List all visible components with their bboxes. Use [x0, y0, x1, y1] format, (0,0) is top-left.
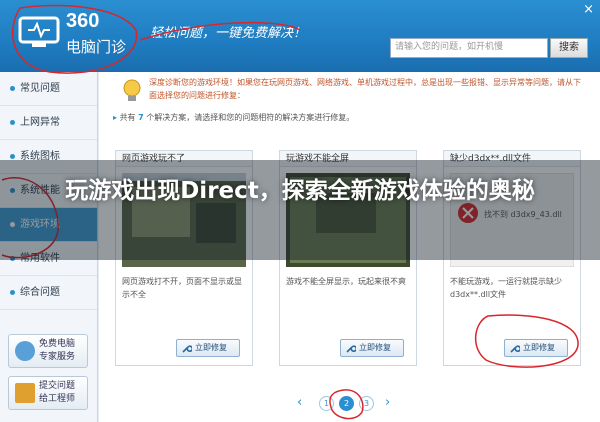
button-line: 给工程师 — [39, 394, 76, 404]
page-3[interactable]: 3 — [359, 396, 374, 411]
fix-now-button[interactable]: 立即修复 — [504, 339, 568, 357]
pagination: ‹ 1 2 3 › — [297, 394, 407, 414]
logo-number: 360 — [66, 10, 100, 32]
sidebar-item-label: 常见问题 — [20, 83, 60, 94]
button-line: 提交问题 — [39, 381, 76, 391]
card-description: 游戏不能全屏显示，玩起来很不爽 — [286, 277, 406, 286]
button-line: 免费电脑 — [39, 339, 76, 349]
search-button[interactable]: 搜索 — [550, 38, 588, 58]
sidebar-item-common[interactable]: 常见问题 — [0, 72, 97, 106]
document-icon — [15, 383, 35, 403]
card-description: 网页游戏打不开，页面不显示或显示不全 — [122, 277, 242, 299]
bullet-icon — [10, 86, 15, 91]
logo-text: 电脑门诊 — [66, 38, 127, 56]
title-bar: 360 电脑门诊 轻松问题，一键免费解决！ × 请输入您的问题，如开机慢 搜索 — [0, 0, 600, 72]
headline: 玩游戏出现Direct，探索全新游戏体验的奥秘 — [65, 178, 535, 204]
expert-service-button[interactable]: 免费电脑 专家服务 — [8, 334, 88, 368]
bullet-icon — [10, 154, 15, 159]
expert-avatar-icon — [15, 341, 35, 361]
button-label: 立即修复 — [359, 343, 391, 352]
count-number: 7 — [138, 113, 144, 122]
button-label: 立即修复 — [195, 343, 227, 352]
sidebar-item-label: 综合问题 — [20, 287, 60, 298]
fix-now-button[interactable]: 立即修复 — [176, 339, 240, 357]
lightbulb-icon — [123, 79, 141, 101]
wrench-icon — [182, 345, 192, 353]
notice: 深度诊断您的游戏环境！如果您在玩网页游戏、网络游戏、单机游戏过程中，总是出现一些… — [117, 76, 587, 106]
sidebar-item-network[interactable]: 上网异常 — [0, 106, 97, 140]
page-1[interactable]: 1 — [319, 396, 334, 411]
sidebar-item-misc[interactable]: 综合问题 — [0, 276, 97, 310]
count-prefix: 共有 — [119, 113, 136, 122]
button-label: 立即修复 — [523, 343, 555, 352]
solution-count: ▸ 共有 7 个解决方案，请选择和您的问题相符的解决方案进行修复。 — [113, 112, 354, 123]
slogan: 轻松问题，一键免费解决！ — [150, 26, 307, 41]
monitor-logo-icon — [18, 16, 60, 47]
prev-page-arrow[interactable]: ‹ — [297, 395, 302, 410]
close-button[interactable]: × — [583, 2, 594, 17]
search-input[interactable]: 请输入您的问题，如开机慢 — [390, 38, 548, 58]
count-suffix: 个解决方案，请选择和您的问题相符的解决方案进行修复。 — [146, 113, 355, 122]
wrench-icon — [346, 345, 356, 353]
page-2[interactable]: 2 — [339, 396, 354, 411]
bullet-icon — [10, 120, 15, 125]
wrench-icon — [510, 345, 520, 353]
bullet-icon — [10, 290, 15, 295]
card-description: 不能玩游戏，一运行就提示缺少d3dx**.dll文件 — [450, 277, 562, 299]
sidebar-item-label: 上网异常 — [20, 117, 60, 128]
submit-question-button[interactable]: 提交问题 给工程师 — [8, 376, 88, 410]
fix-now-button[interactable]: 立即修复 — [340, 339, 404, 357]
next-page-arrow[interactable]: › — [385, 395, 390, 410]
button-line: 专家服务 — [39, 352, 76, 362]
notice-text: 深度诊断您的游戏环境！如果您在玩网页游戏、网络游戏、单机游戏过程中，总是出现一些… — [149, 78, 581, 100]
